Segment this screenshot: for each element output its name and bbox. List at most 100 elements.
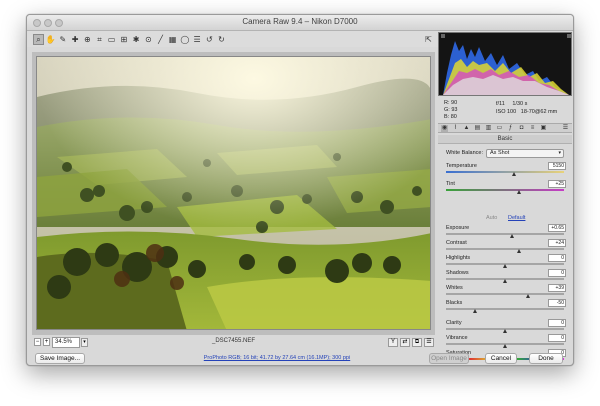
whites-value-field[interactable]: +39 [548, 284, 566, 292]
exposure-slider-thumb[interactable] [509, 234, 514, 238]
before-after-toggle-icon[interactable]: Y [388, 338, 398, 347]
shadow-clipping-icon [441, 34, 445, 38]
aperture-readout: f/11 [496, 101, 505, 107]
lens-corrections-tab-icon[interactable]: ▭ [496, 125, 503, 132]
whites-slider[interactable] [446, 293, 564, 295]
blacks-label: Blacks [446, 300, 463, 306]
camera-raw-window: Camera Raw 9.4 – Nikon D7000 ⌕ ✋ ✎ ✚ ⊕ ⌗ ▭ ⊞ ✱ ⊙ ╱… [26, 14, 574, 366]
radial-filter-icon[interactable]: ◯ [179, 34, 190, 45]
iso-readout: ISO 100 [496, 109, 517, 115]
temperature-label: Temperature [446, 163, 477, 169]
shutter-readout: 1/30 s [512, 101, 528, 107]
highlight-clipping-icon [567, 34, 571, 38]
color-sampler-tool-icon[interactable]: ✚ [70, 34, 81, 45]
tint-label: Tint [446, 181, 455, 187]
whites-label: Whites [446, 285, 463, 291]
adjustment-brush-icon[interactable]: ╱ [155, 34, 166, 45]
default-tone-link[interactable]: Default [508, 215, 525, 221]
rotate-right-icon[interactable]: ↻ [216, 34, 227, 45]
auto-tone-link[interactable]: Auto [486, 215, 497, 221]
camera-calibration-tab-icon[interactable]: ◘ [518, 125, 525, 132]
preview-status-bar: − + 34.5% ▾ _DSC7455.NEF Y ⇄ ⧉ ☰ [32, 337, 435, 349]
effects-tab-icon[interactable]: ƒ [507, 125, 514, 132]
shadows-slider-thumb[interactable] [502, 279, 507, 283]
clarity-value-field[interactable]: 0 [548, 319, 566, 327]
exposure-slider[interactable] [446, 233, 564, 235]
basic-section-title: Basic [438, 135, 572, 144]
clarity-slider-thumb[interactable] [502, 329, 507, 333]
title-bar: Camera Raw 9.4 – Nikon D7000 [27, 15, 573, 31]
exposure-value-field[interactable]: +0.65 [548, 224, 566, 232]
contrast-label: Contrast [446, 240, 467, 246]
copy-settings-icon[interactable]: ⧉ [412, 338, 422, 347]
basic-tab-icon[interactable]: ◉ [441, 125, 448, 132]
histogram [438, 32, 572, 96]
preferences-icon[interactable]: ☰ [192, 34, 203, 45]
filename-label: _DSC7455.NEF [211, 338, 256, 344]
blacks-value-field[interactable]: -50 [548, 299, 566, 307]
temperature-slider[interactable] [446, 171, 564, 173]
temperature-slider-thumb[interactable] [511, 172, 516, 176]
contrast-slider[interactable] [446, 248, 564, 250]
panel-tabs: ◉ ⌇ ▲ ▤ ▥ ▭ ƒ ◘ ≡ ▣ ☰ [438, 123, 572, 133]
tint-slider-thumb[interactable] [516, 190, 521, 194]
open-image-button[interactable]: Open Image [429, 353, 469, 364]
targeted-adjustment-tool-icon[interactable]: ⊕ [82, 34, 93, 45]
workflow-options-link[interactable]: ProPhoto RGB; 16 bit; 41.72 by 27.64 cm … [167, 355, 387, 361]
white-balance-label: White Balance: [446, 150, 483, 156]
shadows-label: Shadows [446, 270, 469, 276]
whites-slider-thumb[interactable] [526, 294, 531, 298]
tint-slider[interactable] [446, 189, 564, 191]
save-image-button[interactable]: Save Image... [35, 353, 85, 364]
transform-tool-icon[interactable]: ⊞ [118, 34, 129, 45]
vibrance-label: Vibrance [446, 335, 468, 341]
highlights-slider-thumb[interactable] [502, 264, 507, 268]
hand-tool-icon[interactable]: ✋ [45, 34, 56, 45]
adjustment-panel: R: 90 G: 93 B: 80 f/11 1/30 s ISO 100 18… [438, 32, 572, 363]
highlights-value-field[interactable]: 0 [548, 254, 566, 262]
hsl-tab-icon[interactable]: ▤ [474, 125, 481, 132]
contrast-slider-thumb[interactable] [516, 249, 521, 253]
detail-tab-icon[interactable]: ▲ [463, 125, 470, 132]
panel-menu-icon[interactable]: ☰ [562, 125, 569, 132]
red-eye-tool-icon[interactable]: ⊙ [143, 34, 154, 45]
cancel-button[interactable]: Cancel [485, 353, 517, 364]
graduated-filter-icon[interactable]: ▦ [167, 34, 178, 45]
presets-tab-icon[interactable]: ≡ [529, 125, 536, 132]
rotate-left-icon[interactable]: ↺ [204, 34, 215, 45]
vibrance-slider-thumb[interactable] [502, 344, 507, 348]
tone-curve-tab-icon[interactable]: ⌇ [452, 125, 459, 132]
blacks-slider[interactable] [446, 308, 564, 310]
bottom-bar: Save Image... ProPhoto RGB; 16 bit; 41.7… [27, 351, 573, 365]
zoom-tool-icon[interactable]: ⌕ [33, 34, 44, 45]
straighten-tool-icon[interactable]: ▭ [106, 34, 117, 45]
split-toning-tab-icon[interactable]: ▥ [485, 125, 492, 132]
tint-value-field[interactable]: +25 [548, 180, 566, 188]
spot-removal-tool-icon[interactable]: ✱ [131, 34, 142, 45]
white-balance-select[interactable]: As Shot ▾ [486, 149, 564, 158]
clarity-label: Clarity [446, 320, 462, 326]
white-balance-tool-icon[interactable]: ✎ [57, 34, 68, 45]
green-readout: 93 [451, 107, 458, 113]
red-readout: 90 [451, 100, 458, 106]
snapshots-tab-icon[interactable]: ▣ [540, 125, 547, 132]
landscape-photo [37, 57, 430, 329]
camera-info: R: 90 G: 93 B: 80 f/11 1/30 s ISO 100 18… [444, 100, 558, 120]
done-button[interactable]: Done [529, 353, 563, 364]
swap-settings-icon[interactable]: ⇄ [400, 338, 410, 347]
preview-preferences-icon[interactable]: ☰ [424, 338, 434, 347]
blacks-slider-thumb[interactable] [473, 309, 477, 313]
chevron-down-icon: ▾ [558, 150, 561, 156]
blue-readout: 80 [450, 114, 457, 120]
exposure-label: Exposure [446, 225, 470, 231]
vibrance-value-field[interactable]: 0 [548, 334, 566, 342]
shadows-value-field[interactable]: 0 [548, 269, 566, 277]
photo-preview[interactable] [36, 56, 431, 330]
window-title: Camera Raw 9.4 – Nikon D7000 [242, 17, 358, 26]
temperature-value-field[interactable]: 5150 [548, 162, 566, 170]
contrast-value-field[interactable]: +24 [548, 239, 566, 247]
highlights-label: Highlights [446, 255, 471, 261]
lens-readout: 18-70@62 mm [520, 109, 558, 115]
fullscreen-toggle-icon[interactable]: ⇱ [423, 34, 434, 45]
crop-tool-icon[interactable]: ⌗ [94, 34, 105, 45]
